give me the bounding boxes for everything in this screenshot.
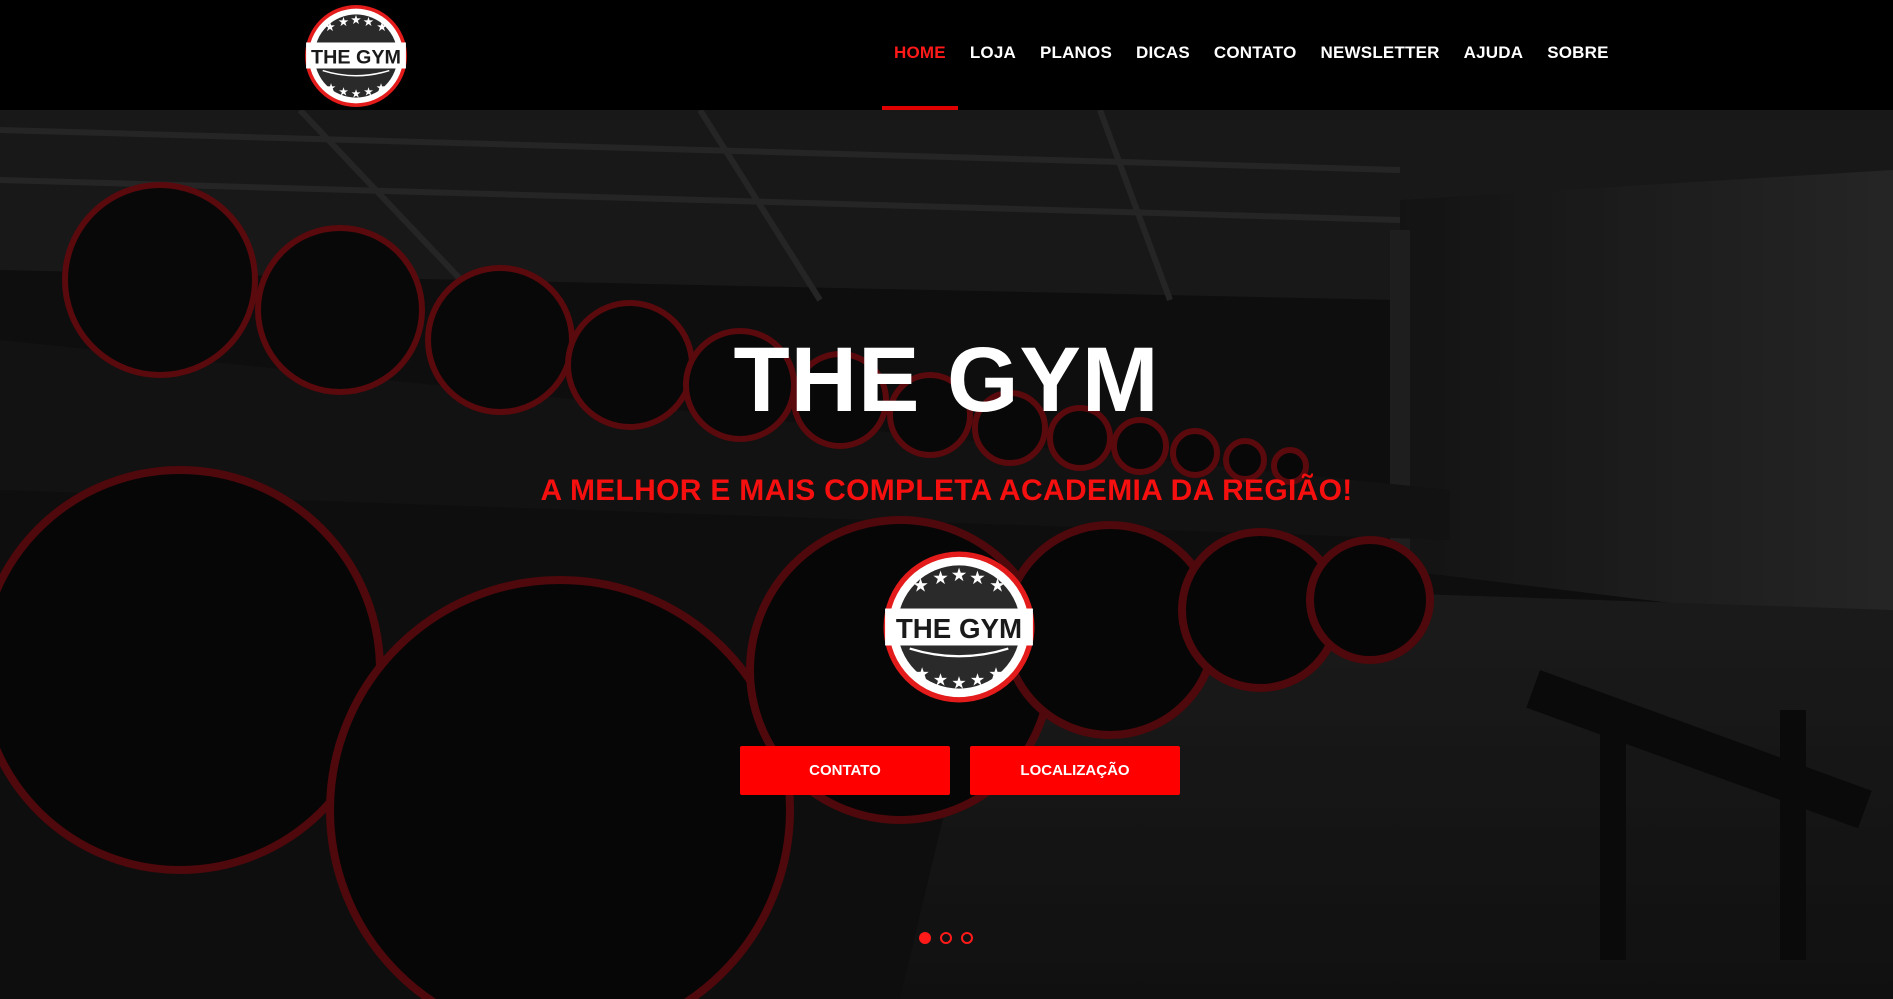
svg-text:★: ★ bbox=[989, 575, 1006, 596]
nav-planos[interactable]: PLANOS bbox=[1028, 0, 1124, 110]
svg-text:★: ★ bbox=[970, 671, 985, 690]
svg-text:★: ★ bbox=[951, 674, 966, 693]
hero-subtitle: A MELHOR E MAIS COMPLETA ACADEMIA DA REG… bbox=[540, 474, 1353, 507]
svg-text:★: ★ bbox=[988, 664, 1003, 683]
nav-home[interactable]: HOME bbox=[882, 0, 958, 110]
svg-text:★: ★ bbox=[363, 87, 373, 99]
svg-text:★: ★ bbox=[912, 575, 929, 596]
site-header: ★ ★ ★ ★ ★ THE GYM ★ ★ ★ ★ ★ HOME LOJA PL… bbox=[0, 0, 1893, 110]
contato-button[interactable]: CONTATO bbox=[740, 746, 950, 795]
svg-text:★: ★ bbox=[363, 15, 374, 29]
svg-text:THE GYM: THE GYM bbox=[896, 613, 1022, 644]
localizacao-button[interactable]: LOCALIZAÇÃO bbox=[970, 746, 1180, 795]
svg-text:★: ★ bbox=[350, 13, 361, 27]
slider-dots bbox=[919, 932, 973, 944]
svg-text:★: ★ bbox=[376, 82, 386, 94]
svg-text:★: ★ bbox=[326, 82, 336, 94]
svg-text:★: ★ bbox=[969, 567, 986, 588]
slider-dot-3[interactable] bbox=[961, 932, 973, 944]
svg-text:★: ★ bbox=[324, 20, 335, 34]
hero-title: THE GYM bbox=[733, 329, 1160, 431]
svg-text:★: ★ bbox=[351, 89, 361, 101]
svg-text:★: ★ bbox=[951, 564, 968, 585]
nav-sobre[interactable]: SOBRE bbox=[1535, 0, 1620, 110]
svg-text:★: ★ bbox=[338, 87, 348, 99]
svg-text:★: ★ bbox=[933, 671, 948, 690]
svg-text:★: ★ bbox=[932, 567, 949, 588]
nav-contato[interactable]: CONTATO bbox=[1202, 0, 1309, 110]
nav-dicas[interactable]: DICAS bbox=[1124, 0, 1202, 110]
nav-ajuda[interactable]: AJUDA bbox=[1452, 0, 1536, 110]
main-nav: HOME LOJA PLANOS DICAS CONTATO NEWSLETTE… bbox=[882, 0, 1621, 110]
svg-text:THE GYM: THE GYM bbox=[311, 46, 401, 68]
the-gym-logo[interactable]: ★ ★ ★ ★ ★ THE GYM ★ ★ ★ ★ ★ bbox=[304, 4, 408, 108]
svg-text:★: ★ bbox=[338, 15, 349, 29]
hero-slider: THE GYM A MELHOR E MAIS COMPLETA ACADEMI… bbox=[0, 110, 1893, 999]
svg-text:★: ★ bbox=[914, 664, 929, 683]
the-gym-emblem: ★ ★ ★ ★ ★ THE GYM ★ ★ ★ ★ ★ bbox=[883, 551, 1035, 703]
slider-dot-2[interactable] bbox=[940, 932, 952, 944]
nav-newsletter[interactable]: NEWSLETTER bbox=[1309, 0, 1452, 110]
svg-text:★: ★ bbox=[376, 20, 387, 34]
slider-dot-1[interactable] bbox=[919, 932, 931, 944]
nav-loja[interactable]: LOJA bbox=[958, 0, 1028, 110]
